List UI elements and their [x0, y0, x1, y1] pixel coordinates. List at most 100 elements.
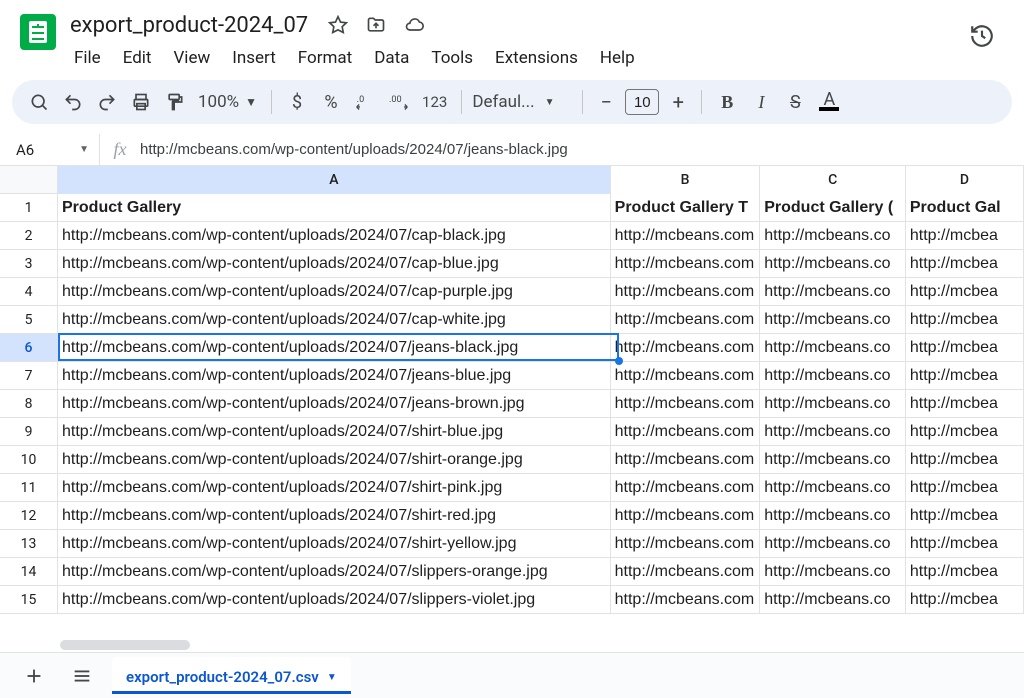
all-sheets-button[interactable] [64, 658, 100, 694]
redo-icon[interactable] [92, 87, 122, 117]
menu-edit[interactable]: Edit [113, 44, 162, 72]
cell-C2[interactable]: http://mcbeans.co [760, 222, 906, 250]
add-sheet-button[interactable] [16, 658, 52, 694]
undo-icon[interactable] [58, 87, 88, 117]
cell-D8[interactable]: http://mcbea [906, 390, 1024, 418]
select-all-corner[interactable] [0, 166, 58, 194]
horizontal-scrollbar-thumb[interactable] [60, 640, 190, 650]
cell-B15[interactable]: http://mcbeans.com [611, 586, 761, 614]
cell-C7[interactable]: http://mcbeans.co [760, 362, 906, 390]
menu-tools[interactable]: Tools [421, 44, 483, 72]
cell-C3[interactable]: http://mcbeans.co [760, 250, 906, 278]
cell-B12[interactable]: http://mcbeans.com [611, 502, 761, 530]
cell-C11[interactable]: http://mcbeans.co [760, 474, 906, 502]
cell-A8[interactable]: http://mcbeans.com/wp-content/uploads/20… [58, 390, 611, 418]
row-header-5[interactable]: 5 [0, 306, 58, 334]
cell-D11[interactable]: http://mcbea [906, 474, 1024, 502]
cell-B8[interactable]: http://mcbeans.com [611, 390, 761, 418]
menu-file[interactable]: File [64, 44, 111, 72]
row-header-2[interactable]: 2 [0, 222, 58, 250]
row-header-7[interactable]: 7 [0, 362, 58, 390]
formula-input[interactable] [140, 141, 1024, 158]
cell-D15[interactable]: http://mcbea [906, 586, 1024, 614]
row-header-9[interactable]: 9 [0, 418, 58, 446]
column-header-C[interactable]: C [760, 166, 906, 194]
cell-D5[interactable]: http://mcbea [906, 306, 1024, 334]
cell-A6[interactable]: http://mcbeans.com/wp-content/uploads/20… [58, 334, 611, 362]
cell-D14[interactable]: http://mcbea [906, 558, 1024, 586]
cell-A9[interactable]: http://mcbeans.com/wp-content/uploads/20… [58, 418, 611, 446]
cell-C5[interactable]: http://mcbeans.co [760, 306, 906, 334]
increase-decimal-icon[interactable]: .00 [384, 87, 414, 117]
row-header-6[interactable]: 6 [0, 334, 58, 362]
cell-B10[interactable]: http://mcbeans.com [611, 446, 761, 474]
sheets-logo-icon[interactable] [20, 14, 56, 50]
row-header-8[interactable]: 8 [0, 390, 58, 418]
font-size-decrease-button[interactable]: − [593, 90, 619, 114]
fill-handle[interactable] [615, 357, 623, 365]
cell-D4[interactable]: http://mcbea [906, 278, 1024, 306]
cell-D13[interactable]: http://mcbea [906, 530, 1024, 558]
print-icon[interactable] [126, 87, 156, 117]
cell-D9[interactable]: http://mcbea [906, 418, 1024, 446]
cloud-status-icon[interactable] [400, 11, 428, 39]
menu-insert[interactable]: Insert [222, 44, 286, 72]
cell-A1[interactable]: Product Gallery [58, 194, 611, 222]
star-icon[interactable] [324, 11, 352, 39]
column-header-B[interactable]: B [611, 166, 761, 194]
cell-A2[interactable]: http://mcbeans.com/wp-content/uploads/20… [58, 222, 611, 250]
row-header-11[interactable]: 11 [0, 474, 58, 502]
cell-B6[interactable]: http://mcbeans.com [611, 334, 761, 362]
row-header-13[interactable]: 13 [0, 530, 58, 558]
cell-B3[interactable]: http://mcbeans.com [611, 250, 761, 278]
cell-D10[interactable]: http://mcbea [906, 446, 1024, 474]
format-currency-icon[interactable]: $ [282, 87, 312, 117]
cell-A11[interactable]: http://mcbeans.com/wp-content/uploads/20… [58, 474, 611, 502]
cells[interactable]: Product GalleryProduct Gallery TProduct … [58, 194, 1024, 614]
row-header-4[interactable]: 4 [0, 278, 58, 306]
font-size-input[interactable] [625, 89, 659, 115]
bold-button[interactable]: B [712, 87, 742, 117]
cell-B5[interactable]: http://mcbeans.com [611, 306, 761, 334]
menu-view[interactable]: View [163, 44, 220, 72]
horizontal-scrollbar[interactable] [58, 638, 1024, 652]
paint-format-icon[interactable] [160, 87, 190, 117]
cell-D12[interactable]: http://mcbea [906, 502, 1024, 530]
cell-D6[interactable]: http://mcbea [906, 334, 1024, 362]
menu-data[interactable]: Data [364, 44, 419, 72]
cell-C4[interactable]: http://mcbeans.co [760, 278, 906, 306]
menu-format[interactable]: Format [288, 44, 362, 72]
cell-C12[interactable]: http://mcbeans.co [760, 502, 906, 530]
row-header-14[interactable]: 14 [0, 558, 58, 586]
row-header-10[interactable]: 10 [0, 446, 58, 474]
cell-D7[interactable]: http://mcbea [906, 362, 1024, 390]
row-header-12[interactable]: 12 [0, 502, 58, 530]
menu-extensions[interactable]: Extensions [485, 44, 588, 72]
cell-A5[interactable]: http://mcbeans.com/wp-content/uploads/20… [58, 306, 611, 334]
cell-D1[interactable]: Product Gal [906, 194, 1024, 222]
font-family-dropdown[interactable]: Defaul...▼ [472, 92, 572, 112]
move-folder-icon[interactable] [362, 11, 390, 39]
cell-A12[interactable]: http://mcbeans.com/wp-content/uploads/20… [58, 502, 611, 530]
cell-A13[interactable]: http://mcbeans.com/wp-content/uploads/20… [58, 530, 611, 558]
column-header-D[interactable]: D [906, 166, 1024, 194]
row-header-1[interactable]: 1 [0, 194, 58, 222]
cell-C1[interactable]: Product Gallery ( [760, 194, 906, 222]
chevron-down-icon[interactable]: ▼ [327, 672, 337, 683]
cell-A14[interactable]: http://mcbeans.com/wp-content/uploads/20… [58, 558, 611, 586]
version-history-icon[interactable] [962, 16, 1002, 56]
format-percent-icon[interactable]: % [316, 87, 346, 117]
font-size-increase-button[interactable]: + [665, 90, 691, 114]
cell-C10[interactable]: http://mcbeans.co [760, 446, 906, 474]
zoom-dropdown[interactable]: 100%▼ [194, 92, 261, 112]
cell-C14[interactable]: http://mcbeans.co [760, 558, 906, 586]
cell-A15[interactable]: http://mcbeans.com/wp-content/uploads/20… [58, 586, 611, 614]
sheet-tab-active[interactable]: export_product-2024_07.csv ▼ [112, 657, 351, 694]
cell-B2[interactable]: http://mcbeans.com [611, 222, 761, 250]
row-header-15[interactable]: 15 [0, 586, 58, 614]
cell-C9[interactable]: http://mcbeans.co [760, 418, 906, 446]
menu-help[interactable]: Help [590, 44, 645, 72]
cell-C15[interactable]: http://mcbeans.co [760, 586, 906, 614]
text-color-button[interactable]: A [814, 87, 844, 117]
cell-C8[interactable]: http://mcbeans.co [760, 390, 906, 418]
